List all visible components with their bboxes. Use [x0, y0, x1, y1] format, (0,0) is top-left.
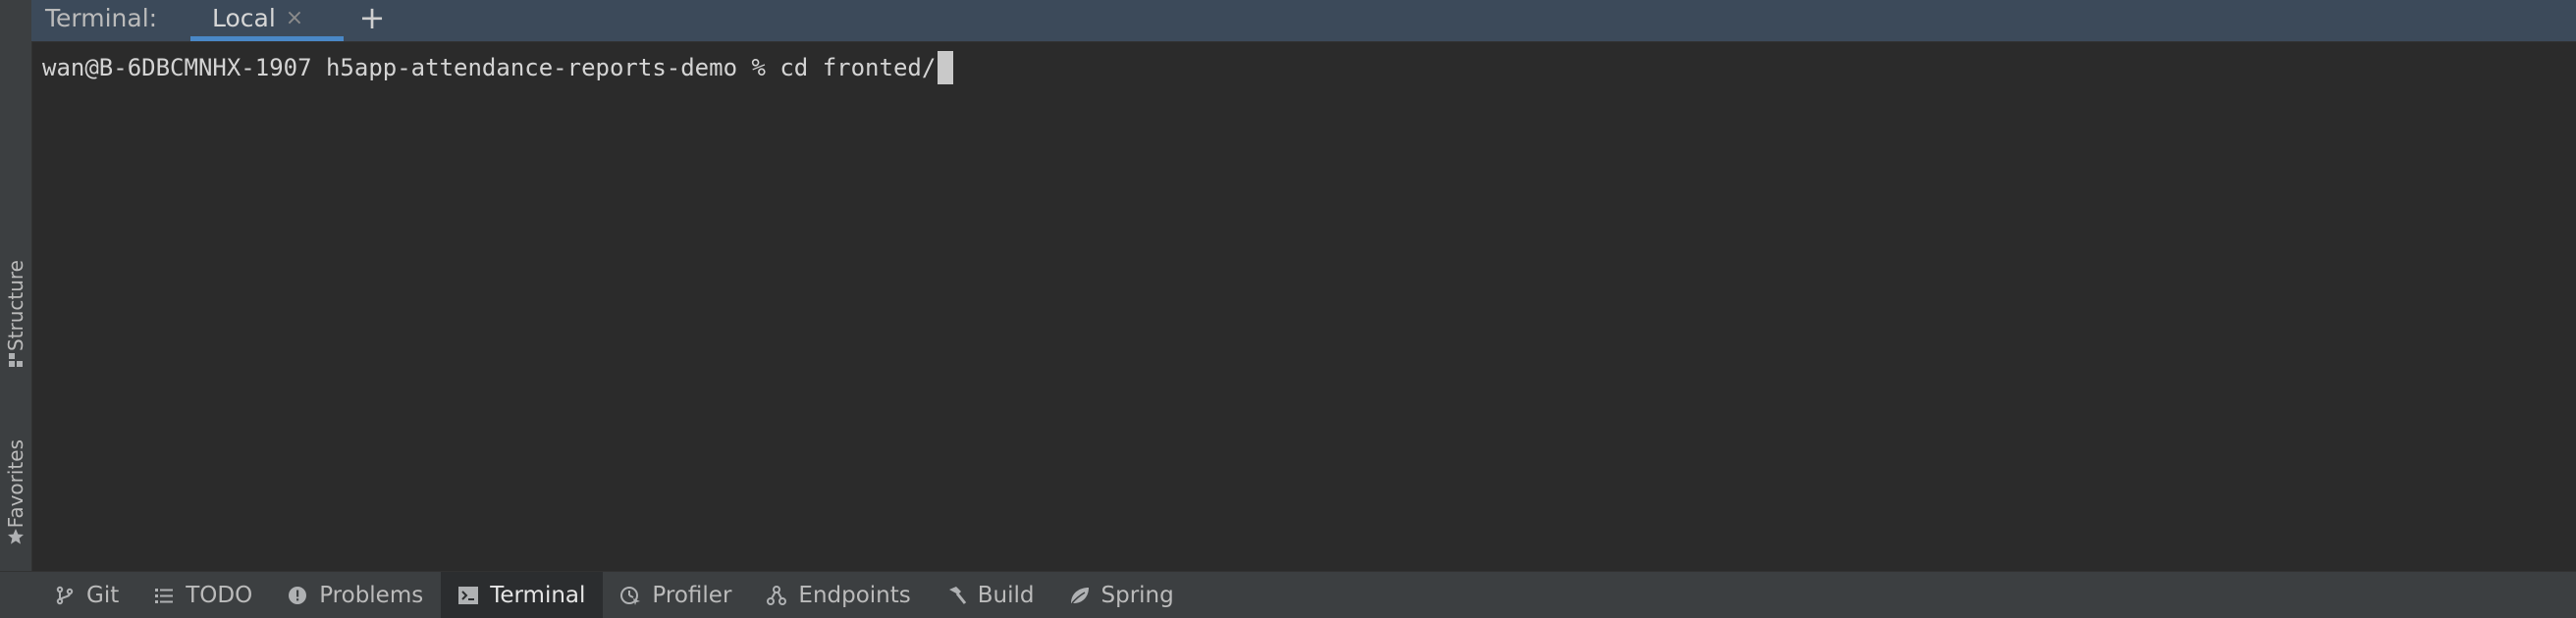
new-tab-button[interactable]: + [355, 0, 389, 37]
structure-tool-button[interactable]: Structure [0, 243, 31, 377]
hammer-icon [944, 584, 968, 607]
tab-local[interactable]: Local × [190, 0, 344, 41]
endpoints-label: Endpoints [798, 582, 911, 608]
todo-label: TODO [186, 582, 253, 608]
terminal-title: Terminal: [45, 4, 158, 32]
profiler-label: Profiler [652, 582, 732, 608]
spring-leaf-icon [1068, 584, 1092, 607]
alert-icon [286, 584, 309, 607]
bottom-tool-bar: Git TODO Problems Terminal Profiler Endp… [0, 571, 2576, 618]
build-label: Build [977, 582, 1035, 608]
favorites-tool-button[interactable]: Favorites [0, 416, 31, 553]
ide-terminal-window: Structure Favorites Terminal: Local × + … [0, 0, 2576, 618]
problems-tool-button[interactable]: Problems [270, 572, 441, 618]
git-tool-button[interactable]: Git [37, 572, 136, 618]
favorites-label: Favorites [4, 438, 27, 528]
list-icon [152, 584, 176, 607]
close-icon[interactable]: × [286, 6, 303, 30]
spring-tool-button[interactable]: Spring [1052, 572, 1192, 618]
endpoints-icon [765, 584, 788, 607]
terminal-label: Terminal [490, 582, 586, 608]
star-icon [7, 528, 25, 545]
structure-label: Structure [4, 259, 27, 351]
terminal-tool-button[interactable]: Terminal [441, 571, 604, 618]
profiler-tool-button[interactable]: Profiler [603, 572, 749, 618]
structure-icon [7, 351, 25, 369]
command-input[interactable]: cd fronted/ [779, 48, 936, 87]
build-tool-button[interactable]: Build [929, 572, 1052, 618]
todo-tool-button[interactable]: TODO [136, 572, 270, 618]
left-tool-strip: Structure Favorites [0, 0, 32, 571]
terminal-header: Terminal: Local × + [31, 0, 2576, 42]
profiler-icon [618, 584, 642, 607]
command-line: wan@B-6DBCMNHX-1907 h5app-attendance-rep… [42, 48, 954, 87]
text-cursor [938, 51, 954, 84]
terminal-icon [456, 584, 480, 607]
endpoints-tool-button[interactable]: Endpoints [749, 572, 928, 618]
spring-label: Spring [1100, 582, 1174, 608]
git-label: Git [86, 582, 120, 608]
terminal-output[interactable]: wan@B-6DBCMNHX-1907 h5app-attendance-rep… [32, 42, 2576, 571]
shell-prompt: wan@B-6DBCMNHX-1907 h5app-attendance-rep… [42, 54, 780, 81]
problems-label: Problems [319, 582, 424, 608]
git-branch-icon [53, 584, 77, 607]
tab-local-label: Local [212, 4, 276, 32]
